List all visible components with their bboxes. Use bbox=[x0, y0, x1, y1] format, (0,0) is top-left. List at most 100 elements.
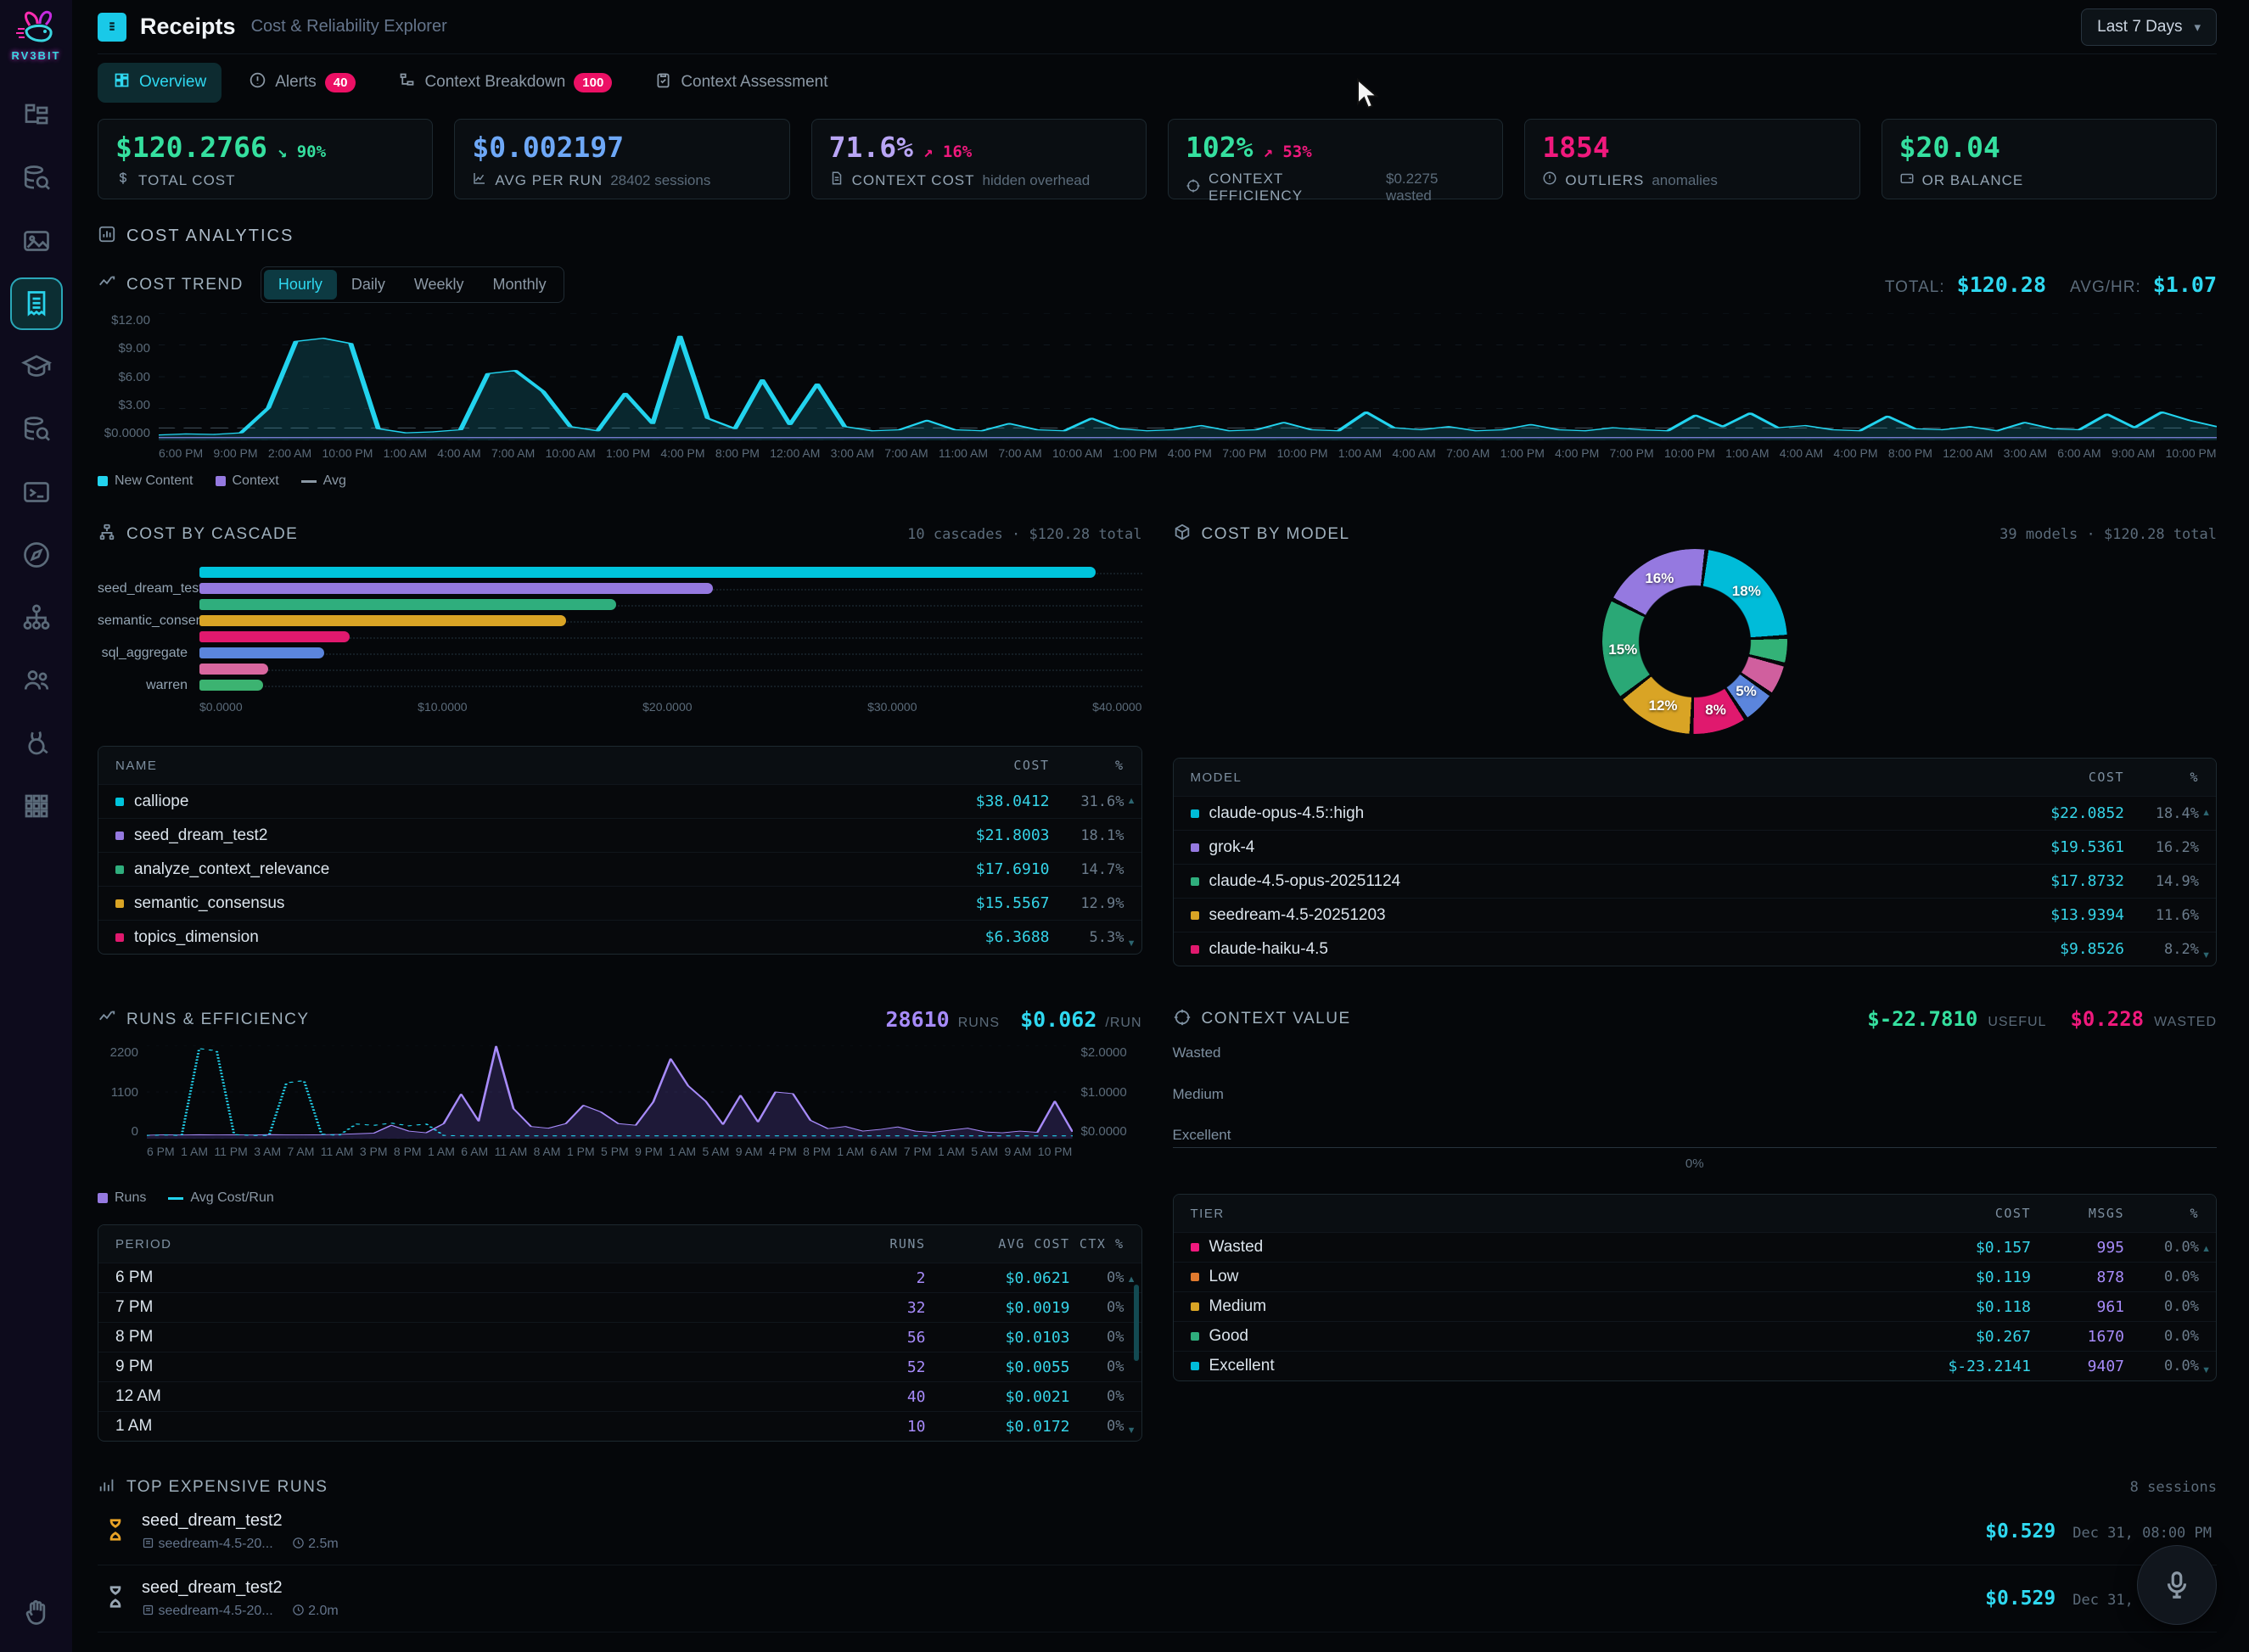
table-row[interactable]: seed_dream_test2$21.800318.1% bbox=[98, 818, 1141, 852]
kpi-card-context-cost[interactable]: 71.6%↗ 16%CONTEXT COSThidden overhead bbox=[811, 119, 1147, 199]
table-row[interactable]: Good$0.26716700.0% bbox=[1174, 1321, 2217, 1351]
tab-context-assessment[interactable]: Context Assessment bbox=[639, 63, 843, 103]
date-range-select[interactable]: Last 7 Days ▾ bbox=[2081, 8, 2217, 46]
table-row[interactable]: topics_dimension$6.36885.3% bbox=[98, 920, 1141, 954]
scroll-up-icon[interactable]: ▲ bbox=[2201, 808, 2211, 818]
org-chart-icon[interactable] bbox=[10, 591, 63, 644]
cascade-bar[interactable] bbox=[199, 680, 263, 691]
column-header[interactable]: % bbox=[1050, 758, 1124, 773]
column-header[interactable]: MSGS bbox=[2031, 1206, 2124, 1221]
trend-tab-hourly[interactable]: Hourly bbox=[264, 270, 337, 300]
tab-alerts[interactable]: Alerts40 bbox=[233, 63, 371, 103]
kpi-card-context-efficiency[interactable]: 102%↗ 53%CONTEXT EFFICIENCY$0.2275 waste… bbox=[1168, 119, 1503, 199]
column-header[interactable]: NAME bbox=[115, 759, 906, 773]
expensive-run-row[interactable]: seed_dream_test2 seedream-4.5-20... 2.0m… bbox=[98, 1565, 2217, 1632]
graduation-cap-icon[interactable] bbox=[10, 340, 63, 393]
axis-tick: 10:00 AM bbox=[546, 446, 596, 460]
tab-context-breakdown[interactable]: Context Breakdown100 bbox=[383, 63, 627, 103]
column-header[interactable]: MODEL bbox=[1191, 770, 1981, 785]
database-search-icon[interactable] bbox=[10, 152, 63, 204]
table-cell: 0% bbox=[1070, 1388, 1124, 1405]
table-row[interactable]: 8 PM56$0.01030% bbox=[98, 1322, 1141, 1352]
hierarchy-icon[interactable] bbox=[10, 89, 63, 142]
scrollbar-thumb[interactable] bbox=[1134, 1285, 1139, 1361]
apps-grid-icon[interactable] bbox=[10, 780, 63, 832]
table-row[interactable]: 7 PM32$0.00190% bbox=[98, 1292, 1141, 1322]
table-row[interactable]: grok-4$19.536116.2% bbox=[1174, 830, 2217, 864]
scroll-down-icon[interactable]: ▼ bbox=[2201, 950, 2211, 960]
compass-icon[interactable] bbox=[10, 529, 63, 581]
voice-mic-button[interactable] bbox=[2137, 1545, 2217, 1625]
table-cell: $17.8732 bbox=[1980, 872, 2124, 890]
table-row[interactable]: 12 AM40$0.00210% bbox=[98, 1381, 1141, 1411]
column-header[interactable]: % bbox=[2124, 770, 2199, 785]
column-header[interactable]: COST bbox=[906, 758, 1050, 773]
axis-tick: 5 PM bbox=[601, 1145, 629, 1158]
column-header[interactable]: PERIOD bbox=[115, 1237, 833, 1252]
overview-tab-icon bbox=[113, 71, 131, 94]
table-row[interactable]: 6 PM2$0.06210% bbox=[98, 1263, 1141, 1292]
users-icon[interactable] bbox=[10, 654, 63, 707]
column-header[interactable]: AVG COST bbox=[926, 1236, 1070, 1252]
kpi-card-avg-per-run[interactable]: $0.002197AVG PER RUN28402 sessions bbox=[454, 119, 789, 199]
trend-plot-area[interactable] bbox=[159, 313, 2217, 440]
kpi-card-or-balance[interactable]: $20.04OR BALANCE bbox=[1882, 119, 2217, 199]
table-row[interactable]: 1 AM10$0.01720% bbox=[98, 1411, 1141, 1441]
column-header[interactable]: RUNS bbox=[833, 1236, 926, 1252]
scroll-up-icon[interactable]: ▲ bbox=[1127, 1274, 1136, 1285]
table-row[interactable]: calliope$38.041231.6% bbox=[98, 784, 1141, 818]
database-explore-icon[interactable] bbox=[10, 403, 63, 456]
table-row[interactable]: claude-opus-4.5::high$22.085218.4% bbox=[1174, 796, 2217, 830]
table-row[interactable]: semantic_consensus$15.556712.9% bbox=[98, 886, 1141, 920]
cascade-bar[interactable] bbox=[199, 615, 566, 626]
tab-overview[interactable]: Overview bbox=[98, 63, 222, 103]
table-row[interactable]: Medium$0.1189610.0% bbox=[1174, 1291, 2217, 1321]
app-logo[interactable]: RV3BIT bbox=[7, 8, 66, 62]
scroll-up-icon[interactable]: ▲ bbox=[2201, 1244, 2211, 1254]
cascade-bar[interactable] bbox=[199, 631, 350, 642]
cascade-bar[interactable] bbox=[199, 664, 268, 675]
cascade-bar[interactable] bbox=[199, 567, 1096, 578]
trend-tab-weekly[interactable]: Weekly bbox=[400, 270, 479, 300]
runs-plot-area[interactable] bbox=[147, 1045, 1073, 1139]
scroll-down-icon[interactable]: ▼ bbox=[1127, 1425, 1136, 1436]
rabbit-icon[interactable] bbox=[10, 717, 63, 770]
scroll-down-icon[interactable]: ▼ bbox=[2201, 1365, 2211, 1375]
column-header[interactable]: TIER bbox=[1191, 1207, 1887, 1221]
table-row[interactable]: claude-haiku-4.5$9.85268.2% bbox=[1174, 932, 2217, 966]
kpi-card-outliers[interactable]: 1854OUTLIERSanomalies bbox=[1524, 119, 1859, 199]
run-cost: $0.529 bbox=[1985, 1520, 2056, 1543]
cascade-bar[interactable] bbox=[199, 599, 616, 610]
table-row[interactable]: Excellent$-23.214194070.0% bbox=[1174, 1351, 2217, 1380]
kpi-bottom-row: OUTLIERSanomalies bbox=[1542, 171, 1842, 190]
table-row[interactable]: claude-4.5-opus-20251124$17.873214.9% bbox=[1174, 864, 2217, 898]
table-row[interactable]: analyze_context_relevance$17.691014.7% bbox=[98, 852, 1141, 886]
column-header[interactable]: CTX % bbox=[1070, 1236, 1124, 1252]
column-header[interactable]: COST bbox=[1887, 1206, 2031, 1221]
table-row[interactable]: 9 PM52$0.00550% bbox=[98, 1352, 1141, 1381]
kpi-card-total-cost[interactable]: $120.2766↘ 90%TOTAL COST bbox=[98, 119, 433, 199]
table-cell: calliope bbox=[115, 792, 906, 811]
table-header-row: PERIODRUNSAVG COSTCTX % bbox=[98, 1225, 1141, 1263]
scroll-down-icon[interactable]: ▼ bbox=[1127, 938, 1136, 949]
scroll-up-icon[interactable]: ▲ bbox=[1127, 796, 1136, 806]
table-row[interactable]: Wasted$0.1579950.0% bbox=[1174, 1232, 2217, 1262]
table-row[interactable]: seedream-4.5-20251203$13.939411.6% bbox=[1174, 898, 2217, 932]
cascade-bar-label: sql_aggregate bbox=[98, 646, 199, 661]
trend-tab-daily[interactable]: Daily bbox=[337, 270, 400, 300]
hand-icon[interactable] bbox=[10, 1586, 63, 1638]
axis-tick: 3:00 AM bbox=[2004, 446, 2047, 460]
column-header[interactable]: % bbox=[2124, 1206, 2199, 1221]
expensive-run-row[interactable]: seed_dream_test2 seedream-4.5-20... 2.5m… bbox=[98, 1498, 2217, 1565]
model-donut-chart[interactable]: 18%5%8%12%15%16% bbox=[1173, 549, 2218, 744]
cascade-bar[interactable] bbox=[199, 583, 713, 594]
table-cell: 14.9% bbox=[2124, 873, 2199, 890]
cascade-bar[interactable] bbox=[199, 647, 324, 658]
table-row[interactable]: Low$0.1198780.0% bbox=[1174, 1262, 2217, 1291]
image-folder-icon[interactable] bbox=[10, 215, 63, 267]
terminal-icon[interactable] bbox=[10, 466, 63, 518]
kpi-row: $120.2766↘ 90%TOTAL COST $0.002197AVG PER… bbox=[98, 119, 2217, 199]
receipt-icon[interactable] bbox=[10, 277, 63, 330]
column-header[interactable]: COST bbox=[1980, 770, 2124, 785]
trend-tab-monthly[interactable]: Monthly bbox=[479, 270, 561, 300]
